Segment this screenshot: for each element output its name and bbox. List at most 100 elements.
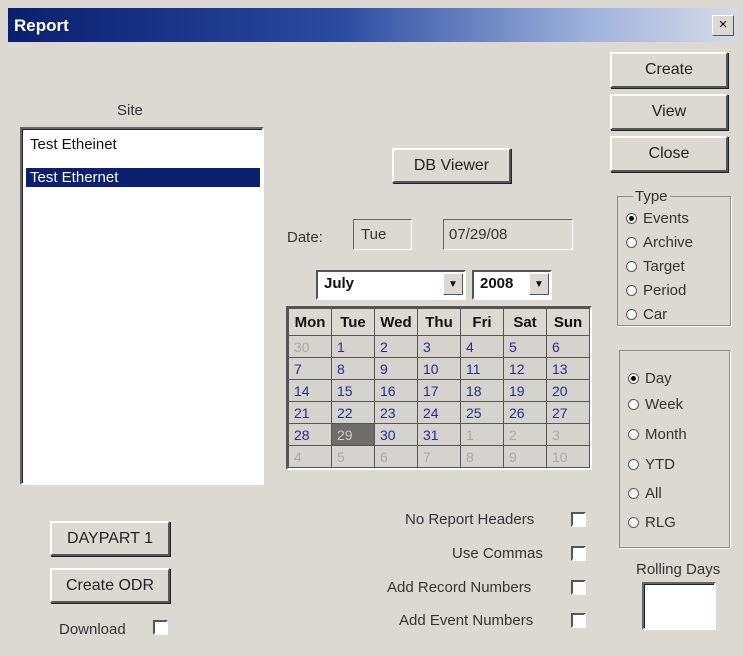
month-dropdown-arrow-icon[interactable]: ▼ (443, 273, 463, 295)
type-radio-target[interactable]: Target (626, 258, 685, 275)
calendar-day[interactable]: 2 (503, 423, 547, 446)
calendar-day[interactable]: 16 (374, 379, 418, 402)
calendar-day[interactable]: 6 (374, 445, 418, 468)
daypart-label: DAYPART 1 (67, 529, 153, 547)
calendar-day[interactable]: 26 (503, 401, 547, 424)
close-button[interactable]: Close (610, 136, 728, 172)
radio-icon (628, 459, 639, 470)
site-list[interactable]: Test Etheinet Test Ethernet (20, 127, 264, 485)
calendar-day-selected[interactable]: 29 (331, 423, 375, 446)
period-option-label: Week (645, 396, 684, 413)
date-day-field: Tue (353, 219, 412, 250)
calendar-header-mon: Mon (288, 308, 332, 336)
title-bar[interactable]: Report × (8, 8, 738, 42)
calendar-day[interactable]: 20 (546, 379, 590, 402)
calendar-day[interactable]: 23 (374, 401, 418, 424)
calendar-header-sat: Sat (503, 308, 547, 336)
no-report-headers-checkbox[interactable] (571, 512, 586, 527)
calendar-day[interactable]: 30 (288, 335, 332, 358)
calendar-day[interactable]: 6 (546, 335, 590, 358)
period-radio-day[interactable]: Day (628, 370, 672, 387)
create-button[interactable]: Create (610, 52, 728, 88)
calendar-day[interactable]: 10 (546, 445, 590, 468)
type-option-label: Car (643, 306, 668, 323)
calendar-day[interactable]: 24 (417, 401, 461, 424)
calendar-day[interactable]: 21 (288, 401, 332, 424)
download-checkbox[interactable] (153, 620, 168, 635)
year-select[interactable]: 2008 ▼ (472, 270, 552, 300)
period-option-label: Month (645, 426, 687, 443)
type-radio-car[interactable]: Car (626, 306, 667, 323)
calendar-day[interactable]: 1 (460, 423, 504, 446)
rolling-days-label: Rolling Days (636, 561, 721, 578)
calendar-day[interactable]: 8 (460, 445, 504, 468)
type-radio-period[interactable]: Period (626, 282, 686, 299)
date-label: Date: (287, 229, 323, 246)
calendar-day[interactable]: 2 (374, 335, 418, 358)
calendar-day[interactable]: 30 (374, 423, 418, 446)
calendar-day[interactable]: 3 (546, 423, 590, 446)
calendar-day[interactable]: 17 (417, 379, 461, 402)
calendar-day[interactable]: 5 (331, 445, 375, 468)
calendar-day[interactable]: 9 (374, 357, 418, 380)
view-label: View (651, 103, 687, 120)
period-radio-ytd[interactable]: YTD (628, 456, 675, 473)
calendar-day[interactable]: 27 (546, 401, 590, 424)
close-window-button[interactable]: × (712, 15, 734, 36)
calendar-day[interactable]: 15 (331, 379, 375, 402)
year-dropdown-arrow-icon[interactable]: ▼ (529, 273, 549, 295)
type-radio-archive[interactable]: Archive (626, 234, 693, 251)
add-record-numbers-checkbox[interactable] (571, 580, 586, 595)
site-filter-input[interactable]: Test Etheinet (26, 135, 121, 154)
calendar: Mon Tue Wed Thu Fri Sat Sun 30 1 2 3 4 5… (286, 306, 592, 470)
calendar-day[interactable]: 11 (460, 357, 504, 380)
create-label: Create (644, 61, 694, 78)
add-event-numbers-checkbox[interactable] (571, 613, 586, 628)
period-radio-week[interactable]: Week (628, 396, 683, 413)
month-select[interactable]: July ▼ (316, 270, 466, 300)
rolling-days-input[interactable] (642, 582, 716, 630)
calendar-day[interactable]: 14 (288, 379, 332, 402)
radio-selected-icon (628, 373, 639, 384)
type-option-label: Target (643, 258, 685, 275)
period-radio-rlg[interactable]: RLG (628, 514, 676, 531)
calendar-day[interactable]: 9 (503, 445, 547, 468)
period-option-label: Day (645, 370, 672, 387)
calendar-day[interactable]: 7 (288, 357, 332, 380)
create-odr-button[interactable]: Create ODR (50, 568, 170, 603)
calendar-day[interactable]: 13 (546, 357, 590, 380)
calendar-day[interactable]: 3 (417, 335, 461, 358)
calendar-day[interactable]: 4 (288, 445, 332, 468)
create-odr-label: Create ODR (65, 576, 155, 594)
calendar-day[interactable]: 28 (288, 423, 332, 446)
use-commas-checkbox[interactable] (571, 546, 586, 561)
calendar-day[interactable]: 18 (460, 379, 504, 402)
site-list-item-test-ethernet[interactable]: Test Ethernet (26, 168, 260, 187)
view-button[interactable]: View (610, 94, 728, 130)
use-commas-label: Use Commas (452, 545, 543, 562)
calendar-day[interactable]: 7 (417, 445, 461, 468)
date-value-field: 07/29/08 (443, 219, 573, 250)
radio-icon (626, 261, 637, 272)
calendar-day[interactable]: 1 (331, 335, 375, 358)
db-viewer-button[interactable]: DB Viewer (392, 148, 511, 183)
period-option-label: YTD (645, 456, 675, 473)
calendar-day[interactable]: 8 (331, 357, 375, 380)
period-radio-all[interactable]: All (628, 485, 662, 502)
period-radio-month[interactable]: Month (628, 426, 687, 443)
calendar-day[interactable]: 19 (503, 379, 547, 402)
download-label: Download (59, 621, 126, 638)
daypart-button[interactable]: DAYPART 1 (50, 521, 170, 556)
report-window: Report × Site Test Etheinet Test Etherne… (0, 0, 743, 656)
radio-icon (628, 399, 639, 410)
period-option-label: All (645, 485, 662, 502)
calendar-day[interactable]: 22 (331, 401, 375, 424)
calendar-day[interactable]: 4 (460, 335, 504, 358)
calendar-day[interactable]: 5 (503, 335, 547, 358)
site-label: Site (117, 102, 143, 119)
calendar-day[interactable]: 31 (417, 423, 461, 446)
calendar-day[interactable]: 12 (503, 357, 547, 380)
calendar-day[interactable]: 10 (417, 357, 461, 380)
calendar-day[interactable]: 25 (460, 401, 504, 424)
type-radio-events[interactable]: Events (626, 210, 689, 227)
